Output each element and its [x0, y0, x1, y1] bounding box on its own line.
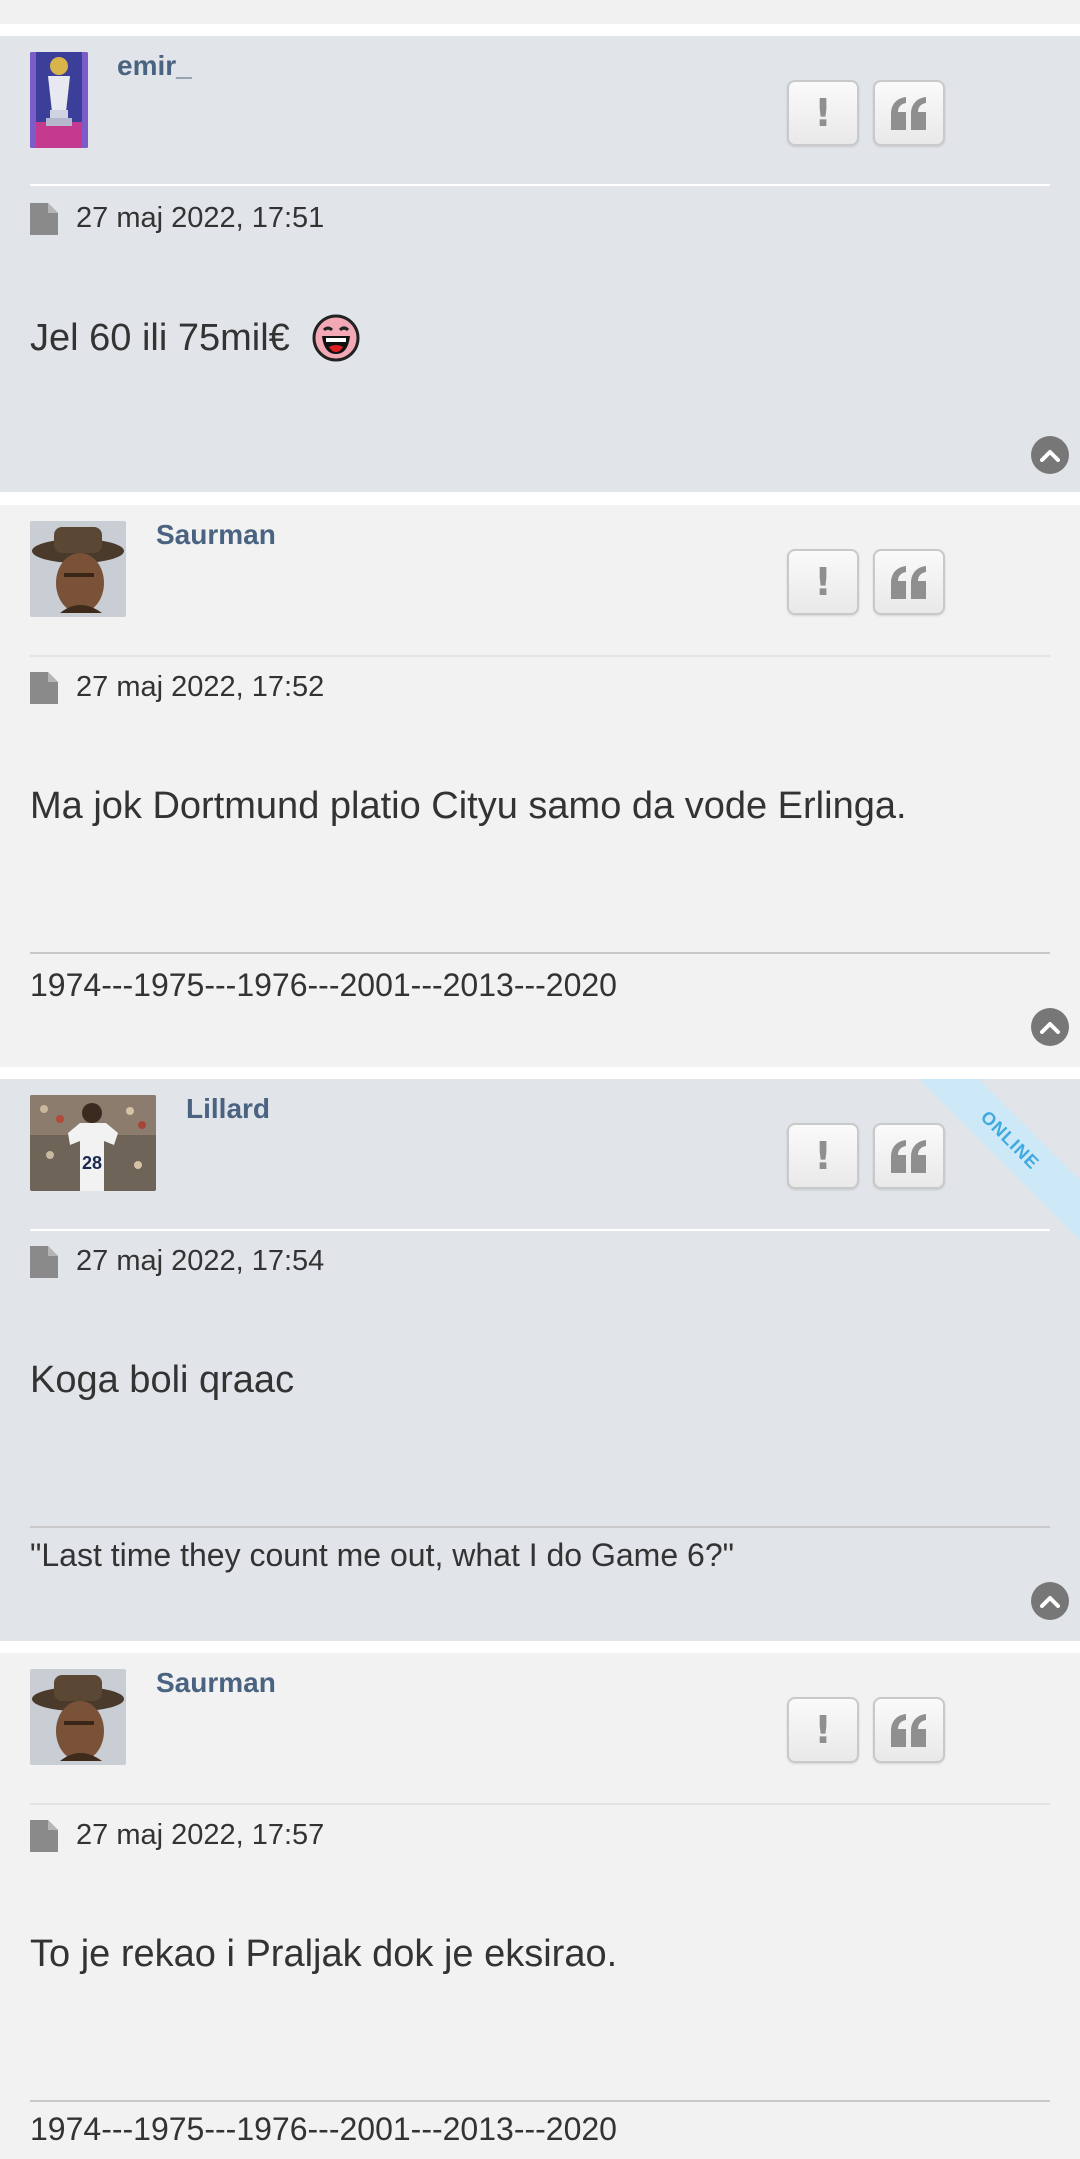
exclamation-icon: ! — [814, 91, 832, 135]
signature: 1974---1975---1976---2001---2013---2020 — [30, 967, 617, 1003]
report-button[interactable]: ! — [787, 549, 859, 615]
post-text: Ma jok Dortmund platio Cityu samo da vod… — [30, 785, 907, 827]
quote-button[interactable] — [873, 1697, 945, 1763]
post-text: To je rekao i Praljak dok je eksirao. — [30, 1933, 618, 1975]
signature-divider — [30, 952, 1050, 954]
post-content: Jel 60 ili 75mil€ — [30, 314, 360, 362]
previous-post-edge — [0, 0, 1080, 24]
file-icon — [30, 671, 58, 704]
post: Saurman ! 27 maj 2022, 17:57 To je rekao… — [0, 1653, 1080, 2159]
post-meta: 27 maj 2022, 17:57 — [30, 1819, 324, 1852]
quote-icon — [891, 1714, 926, 1747]
exclamation-icon: ! — [814, 1134, 832, 1178]
chevron-up-icon — [1040, 1596, 1060, 1608]
post-meta: 27 maj 2022, 17:52 — [30, 671, 324, 704]
signature: "Last time they count me out, what I do … — [30, 1537, 734, 1573]
report-button[interactable]: ! — [787, 1697, 859, 1763]
report-button[interactable]: ! — [787, 80, 859, 146]
back-to-top-button[interactable] — [1031, 436, 1069, 474]
avatar[interactable] — [30, 521, 126, 617]
quote-button[interactable] — [873, 80, 945, 146]
signature-divider — [30, 1526, 1050, 1528]
post: Saurman ! 27 maj 2022, 17:52 Ma jok Dort… — [0, 505, 1080, 1067]
post-meta: 27 maj 2022, 17:54 — [30, 1245, 324, 1278]
quote-icon — [891, 1140, 926, 1173]
post-text: Jel 60 ili 75mil€ — [30, 316, 290, 359]
file-icon — [30, 1819, 58, 1852]
post-content: Ma jok Dortmund platio Cityu samo da vod… — [30, 785, 907, 828]
quote-icon — [891, 97, 926, 130]
post-text: Koga boli qraac — [30, 1359, 295, 1401]
exclamation-icon: ! — [814, 1708, 832, 1752]
header-divider — [30, 184, 1050, 186]
quote-icon — [891, 566, 926, 599]
signature: 1974---1975---1976---2001---2013---2020 — [30, 2111, 617, 2147]
header-divider — [30, 655, 1050, 657]
avatar[interactable] — [30, 52, 88, 148]
report-button[interactable]: ! — [787, 1123, 859, 1189]
svg-text:28: 28 — [82, 1153, 102, 1173]
laughing-emoji — [312, 314, 360, 362]
post: ONLINE 28 Lillard ! 27 maj 2022, 17:54 K… — [0, 1079, 1080, 1641]
username-link[interactable]: emir_ — [117, 50, 192, 82]
file-icon — [30, 202, 58, 235]
chevron-up-icon — [1040, 1022, 1060, 1034]
back-to-top-button[interactable] — [1031, 1008, 1069, 1046]
post: emir_ ! 27 maj 2022, 17:51 Jel 60 ili 75… — [0, 36, 1080, 492]
exclamation-icon: ! — [814, 560, 832, 604]
post-date: 27 maj 2022, 17:52 — [76, 671, 325, 703]
header-divider — [30, 1803, 1050, 1805]
post-date: 27 maj 2022, 17:57 — [76, 1819, 325, 1851]
post-content: Koga boli qraac — [30, 1359, 294, 1402]
chevron-up-icon — [1040, 450, 1060, 462]
post-date: 27 maj 2022, 17:54 — [76, 1245, 325, 1277]
signature-divider — [30, 2100, 1050, 2102]
back-to-top-button[interactable] — [1031, 1582, 1069, 1620]
quote-button[interactable] — [873, 549, 945, 615]
header-divider — [30, 1229, 1050, 1231]
post-content: To je rekao i Praljak dok je eksirao. — [30, 1933, 617, 1976]
username-link[interactable]: Saurman — [156, 519, 276, 551]
avatar[interactable]: 28 — [30, 1095, 156, 1191]
avatar[interactable] — [30, 1669, 126, 1765]
username-link[interactable]: Saurman — [156, 1667, 276, 1699]
file-icon — [30, 1245, 58, 1278]
post-date: 27 maj 2022, 17:51 — [76, 202, 325, 234]
quote-button[interactable] — [873, 1123, 945, 1189]
username-link[interactable]: Lillard — [186, 1093, 270, 1125]
post-meta: 27 maj 2022, 17:51 — [30, 202, 324, 235]
